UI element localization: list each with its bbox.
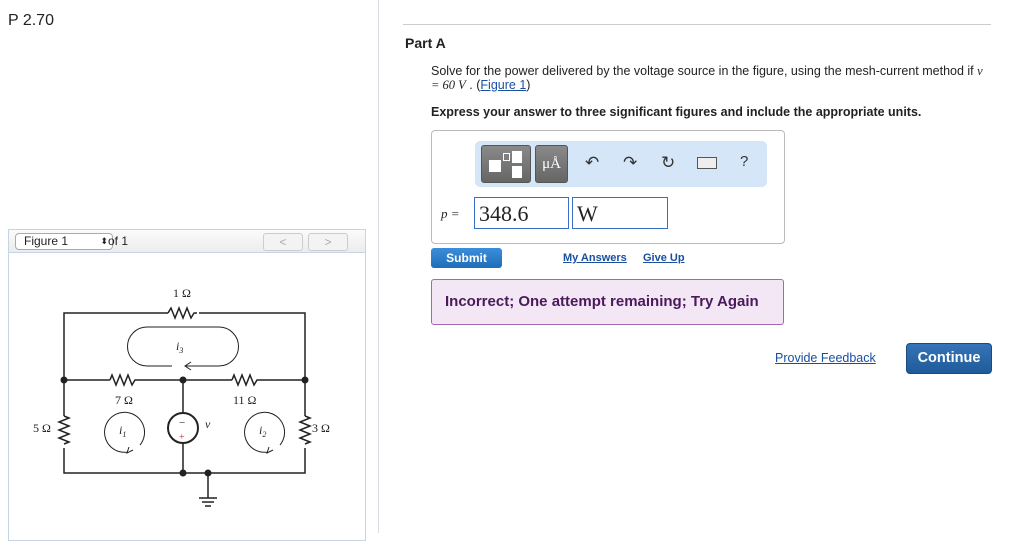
templates-button[interactable]	[481, 145, 531, 183]
answer-unit-input[interactable]: W	[572, 197, 668, 229]
provide-feedback-link[interactable]: Provide Feedback	[775, 351, 876, 365]
part-title: Part A	[405, 35, 446, 51]
math-toolbar: μÅ ↶ ↷ ↻ ?	[475, 141, 767, 187]
undo-icon[interactable]: ↶	[585, 153, 599, 173]
figure-link[interactable]: Figure 1	[480, 78, 526, 92]
submit-button[interactable]: Submit	[431, 248, 502, 268]
label-i3: i3	[176, 339, 183, 355]
label-plus: +	[179, 432, 185, 443]
label-i1: i1	[119, 423, 126, 439]
label-v: v	[205, 417, 211, 431]
label-r7: 7 Ω	[115, 393, 133, 407]
help-icon[interactable]: ?	[740, 153, 748, 170]
label-i2: i2	[259, 423, 266, 439]
my-answers-link[interactable]: My Answers	[563, 252, 627, 264]
label-minus: −	[179, 417, 185, 429]
answer-value-input[interactable]: 348.6	[474, 197, 569, 229]
resistor-7ohm	[109, 372, 137, 388]
label-r5: 5 Ω	[33, 421, 51, 435]
label-r1: 1 Ω	[173, 286, 191, 300]
units-button[interactable]: μÅ	[535, 145, 568, 183]
give-up-link[interactable]: Give Up	[643, 252, 685, 264]
wire-top	[63, 312, 306, 380]
reset-icon[interactable]: ↻	[661, 153, 675, 173]
redo-icon[interactable]: ↷	[623, 153, 637, 173]
label-r11: 11 Ω	[233, 393, 257, 407]
feedback-message: Incorrect; One attempt remaining; Try Ag…	[431, 279, 784, 325]
problem-panel: P 2.70 Figure 1 ⬍ of 1 < > 1 Ω 7 Ω 11 Ω 5…	[0, 0, 379, 541]
keyboard-icon[interactable]	[697, 157, 717, 169]
continue-button[interactable]: Continue	[906, 343, 992, 374]
question-text: Solve for the power delivered by the vol…	[431, 64, 983, 92]
resistor-5ohm	[56, 415, 72, 445]
label-r3: 3 Ω	[312, 421, 330, 435]
circuit-diagram: 1 Ω 7 Ω 11 Ω 5 Ω 3 Ω i3 i1 i2 v − +	[33, 286, 330, 507]
wire-source	[182, 380, 209, 498]
instructions: Express your answer to three significant…	[431, 105, 922, 119]
ground-icon	[199, 497, 217, 507]
divider	[403, 24, 991, 25]
resistor-1ohm	[167, 305, 197, 321]
fraction-template-icon	[489, 160, 501, 172]
resistor-11ohm	[231, 372, 259, 388]
answer-label: p =	[441, 206, 460, 221]
resistor-3ohm	[297, 415, 313, 445]
